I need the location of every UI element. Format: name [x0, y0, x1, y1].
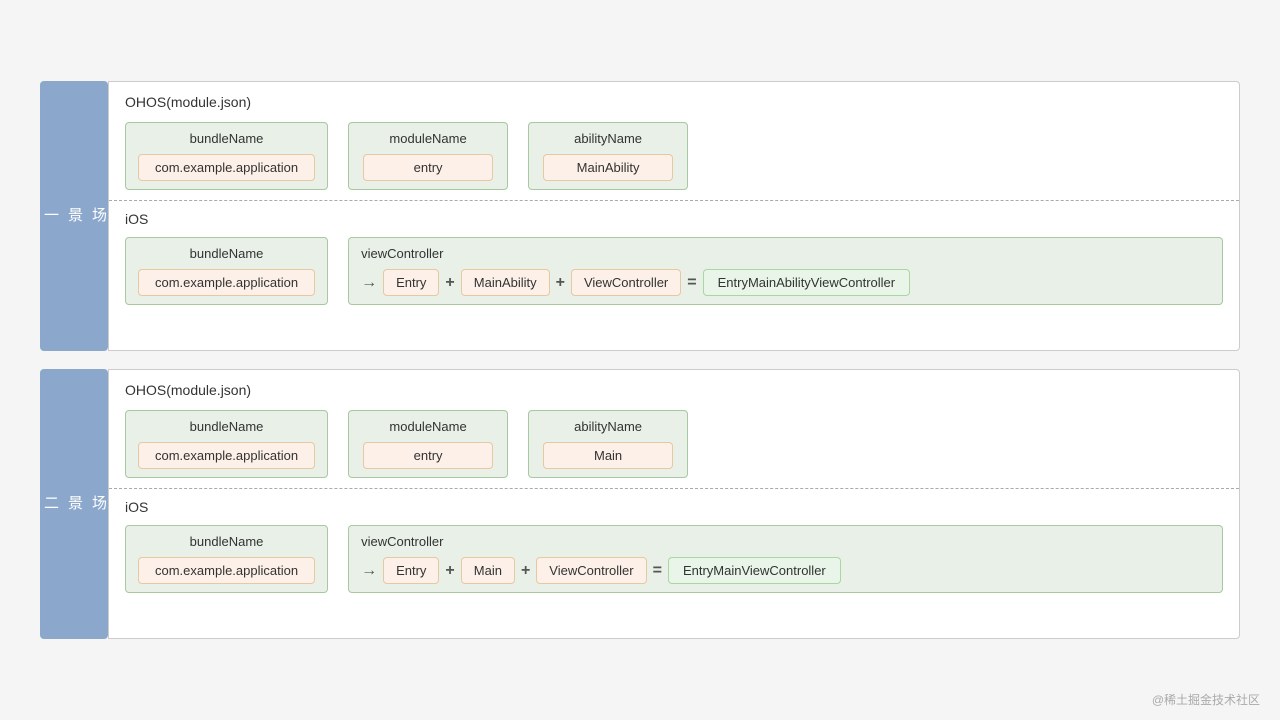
vc-entry-2: Entry [383, 557, 439, 584]
scenario-2-wrapper: 场 景 二 OHOS(module.json) bundleName com.e… [40, 369, 1240, 639]
ohos-ability-card-2: abilityName Main [528, 410, 688, 478]
ohos-title-2: OHOS(module.json) [125, 382, 1223, 398]
ohos-module-card-2: moduleName entry [348, 410, 508, 478]
scenario-1-content: OHOS(module.json) bundleName com.example… [108, 81, 1240, 351]
vc-formula-2: → Entry + Main + ViewController = EntryM… [361, 557, 1210, 584]
ohos-title-1: OHOS(module.json) [125, 94, 1223, 110]
ios-bundle-label-1: bundleName [190, 246, 264, 261]
ios-bundle-card-1: bundleName com.example.application [125, 237, 328, 305]
vc-op1-2: + [445, 562, 454, 580]
ohos-module-value-1: entry [363, 154, 493, 181]
ohos-module-label-1: moduleName [389, 131, 466, 146]
vc-entry-1: Entry [383, 269, 439, 296]
ios-bundle-label-2: bundleName [190, 534, 264, 549]
vc-op1-1: + [445, 274, 454, 292]
ios-bundle-value-2: com.example.application [138, 557, 315, 584]
scenario-2-ohos: OHOS(module.json) bundleName com.example… [109, 370, 1239, 489]
ohos-module-card-1: moduleName entry [348, 122, 508, 190]
scenario-1-wrapper: 场 景 一 OHOS(module.json) bundleName com.e… [40, 81, 1240, 351]
vc-eq-2: = [653, 562, 662, 580]
vc-vc-1: ViewController [571, 269, 681, 296]
vc-eq-1: = [687, 274, 696, 292]
vc-op2-2: + [521, 562, 530, 580]
ios-title-2: iOS [125, 499, 1223, 515]
vc-result-2: EntryMainViewController [668, 557, 841, 584]
vc-card-1: viewController → Entry + MainAbility + V… [348, 237, 1223, 305]
vc-vc-2: ViewController [536, 557, 646, 584]
vc-title-1: viewController [361, 246, 1210, 261]
ohos-ability-label-2: abilityName [574, 419, 642, 434]
ohos-ability-value-1: MainAbility [543, 154, 673, 181]
vc-title-2: viewController [361, 534, 1210, 549]
page-wrapper: 场 景 一 OHOS(module.json) bundleName com.e… [40, 81, 1240, 639]
scenario-1-label: 场 景 一 [40, 81, 108, 351]
scenario-1-ios: iOS bundleName com.example.application v… [109, 201, 1239, 319]
scenario-2-ios: iOS bundleName com.example.application v… [109, 489, 1239, 607]
scenario-2-content: OHOS(module.json) bundleName com.example… [108, 369, 1240, 639]
vc-op2-1: + [556, 274, 565, 292]
scenario-1-ohos: OHOS(module.json) bundleName com.example… [109, 82, 1239, 201]
ios-bundle-card-2: bundleName com.example.application [125, 525, 328, 593]
ios-bundle-value-1: com.example.application [138, 269, 315, 296]
vc-formula-1: → Entry + MainAbility + ViewController =… [361, 269, 1210, 296]
ohos-ability-value-2: Main [543, 442, 673, 469]
vc-card-2: viewController → Entry + Main + ViewCont… [348, 525, 1223, 593]
ios-row-2: bundleName com.example.application viewC… [125, 525, 1223, 593]
ohos-bundle-label-1: bundleName [190, 131, 264, 146]
arrow-icon-1: → [361, 274, 377, 292]
ohos-bundle-card-2: bundleName com.example.application [125, 410, 328, 478]
ohos-bundle-value-1: com.example.application [138, 154, 315, 181]
ohos-row-1: bundleName com.example.application modul… [125, 122, 1223, 190]
ohos-module-label-2: moduleName [389, 419, 466, 434]
ohos-bundle-label-2: bundleName [190, 419, 264, 434]
ios-title-1: iOS [125, 211, 1223, 227]
ios-row-1: bundleName com.example.application viewC… [125, 237, 1223, 305]
ohos-bundle-value-2: com.example.application [138, 442, 315, 469]
arrow-icon-2: → [361, 562, 377, 580]
ohos-ability-label-1: abilityName [574, 131, 642, 146]
ohos-module-value-2: entry [363, 442, 493, 469]
vc-main-2: Main [461, 557, 515, 584]
ohos-bundle-card-1: bundleName com.example.application [125, 122, 328, 190]
ohos-ability-card-1: abilityName MainAbility [528, 122, 688, 190]
ohos-row-2: bundleName com.example.application modul… [125, 410, 1223, 478]
watermark: @稀土掘金技术社区 [1152, 691, 1260, 708]
vc-result-1: EntryMainAbilityViewController [703, 269, 911, 296]
vc-main-1: MainAbility [461, 269, 550, 296]
scenario-2-label: 场 景 二 [40, 369, 108, 639]
